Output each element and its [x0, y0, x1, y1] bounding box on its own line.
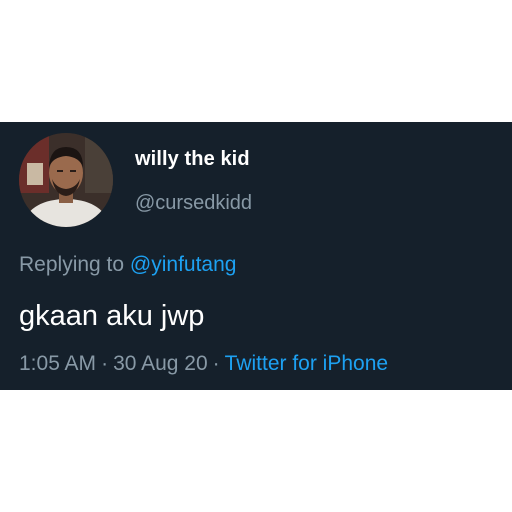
display-name[interactable]: willy the kid	[135, 148, 250, 171]
page: willy the kid @cursedkidd Replying to @y…	[0, 0, 512, 512]
tweet-text: gkaan aku jwp	[19, 300, 205, 332]
avatar-photo	[19, 133, 113, 227]
tweet-time[interactable]: 1:05 AM	[19, 352, 96, 375]
reply-context: Replying to @yinfutang	[19, 253, 236, 277]
tweet-date[interactable]: 30 Aug 20	[113, 352, 208, 375]
tweet-card: willy the kid @cursedkidd Replying to @y…	[0, 122, 512, 390]
tweet-metadata: 1:05 AM · 30 Aug 20 · Twitter for iPhone	[19, 352, 388, 376]
user-handle[interactable]: @cursedkidd	[135, 192, 252, 215]
tweet-source-link[interactable]: Twitter for iPhone	[225, 352, 388, 375]
meta-separator: ·	[101, 352, 109, 375]
avatar[interactable]	[19, 133, 113, 227]
reply-mention-link[interactable]: @yinfutang	[130, 253, 237, 276]
meta-separator: ·	[212, 352, 220, 375]
reply-prefix: Replying to	[19, 253, 125, 276]
